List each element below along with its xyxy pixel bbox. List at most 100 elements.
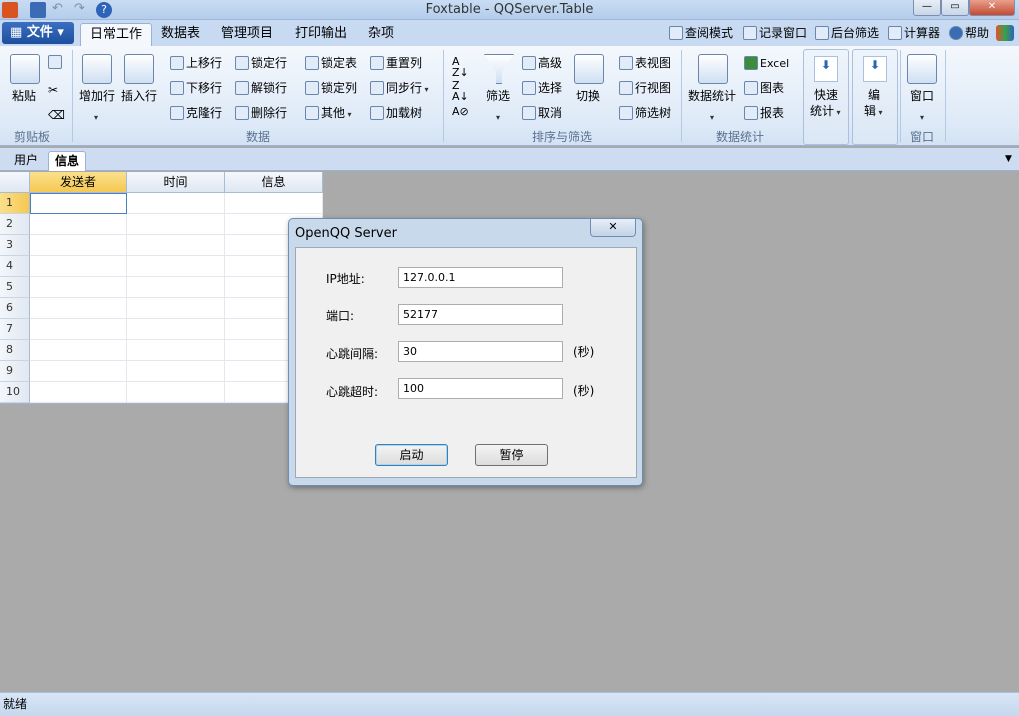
calculator-tool[interactable]: 计算器 (888, 25, 940, 41)
grid-cell[interactable] (127, 256, 225, 277)
grid-cell[interactable] (127, 193, 225, 214)
heartbeat-timeout-input[interactable]: 100 (398, 378, 563, 399)
sort-clear-icon[interactable]: A⊘ (452, 104, 469, 120)
data-stats-dropdown-icon[interactable]: ▾ (710, 110, 714, 126)
lock-column-button[interactable]: 锁定列 (305, 80, 357, 96)
column-header-time[interactable]: 时间 (127, 172, 225, 193)
grid-cell[interactable] (30, 298, 127, 319)
switch-button[interactable]: 切换 (576, 88, 600, 104)
move-down-button[interactable]: 下移行 (170, 80, 222, 96)
delete-row-button[interactable]: 删除行 (235, 105, 287, 121)
grid-cell[interactable] (127, 361, 225, 382)
row-header[interactable]: 3 (0, 235, 30, 256)
data-stats-button[interactable]: 数据统计 (688, 88, 736, 104)
filter-button[interactable]: 筛选 (486, 88, 510, 104)
maximize-button[interactable]: ▭ (941, 0, 969, 16)
grid-cell[interactable] (30, 214, 127, 235)
row-header[interactable]: 10 (0, 382, 30, 403)
window-button[interactable]: 窗口 (910, 88, 934, 104)
users-icon[interactable] (996, 25, 1014, 41)
sheet-tab-messages[interactable]: 信息 (48, 151, 87, 171)
sort-desc-icon[interactable]: Z A↓ (452, 80, 469, 102)
grid-cell[interactable] (225, 193, 323, 214)
close-window-button[interactable]: ✕ (969, 0, 1015, 16)
move-up-button[interactable]: 上移行 (170, 55, 222, 71)
filter-dropdown-icon[interactable]: ▾ (496, 110, 500, 126)
lock-row-button[interactable]: 锁定行 (235, 55, 287, 71)
row-header[interactable]: 7 (0, 319, 30, 340)
grid-cell[interactable] (30, 382, 127, 403)
paste-icon (10, 54, 40, 84)
table-view-button[interactable]: 表视图 (619, 55, 671, 71)
add-row-button[interactable]: 增加行 (79, 88, 115, 104)
cancel-filter-button[interactable]: 取消 (522, 105, 562, 121)
filter-tree-button[interactable]: 筛选树 (619, 105, 671, 121)
record-window-tool[interactable]: 记录窗口 (743, 25, 807, 41)
minimize-button[interactable]: — (913, 0, 941, 16)
start-button[interactable]: 启动 (375, 444, 448, 466)
grid-cell[interactable] (30, 340, 127, 361)
tab-print-output[interactable]: 打印输出 (286, 23, 356, 46)
heartbeat-interval-input[interactable]: 30 (398, 341, 563, 362)
load-tree-button[interactable]: 加载树 (370, 105, 422, 121)
row-header[interactable]: 5 (0, 277, 30, 298)
cut-button[interactable]: ✂ (48, 79, 64, 97)
grid-cell[interactable] (127, 277, 225, 298)
port-input[interactable]: 52177 (398, 304, 563, 325)
row-header[interactable]: 2 (0, 214, 30, 235)
report-button[interactable]: 报表 (744, 105, 784, 121)
tab-misc[interactable]: 杂项 (359, 23, 403, 46)
copy-button[interactable] (48, 54, 64, 70)
row-view-button[interactable]: 行视图 (619, 80, 671, 96)
insert-row-button[interactable]: 插入行 (121, 88, 157, 104)
grid-cell[interactable] (127, 235, 225, 256)
grid-cell[interactable] (30, 235, 127, 256)
row-header[interactable]: 8 (0, 340, 30, 361)
grid-cell[interactable] (127, 214, 225, 235)
chart-button[interactable]: 图表 (744, 80, 784, 96)
tab-manage-project[interactable]: 管理项目 (212, 23, 282, 46)
dialog-close-button[interactable]: ✕ (590, 219, 636, 237)
window-dropdown-icon[interactable]: ▾ (920, 110, 924, 126)
tab-daily-work[interactable]: 日常工作 (80, 23, 153, 46)
grid-cell[interactable] (30, 319, 127, 340)
group-separator (900, 50, 901, 142)
add-row-dropdown-icon[interactable]: ▾ (94, 110, 98, 126)
grid-corner[interactable] (0, 172, 30, 193)
grid-cell[interactable] (30, 193, 127, 214)
file-menu-button[interactable]: ▦ 文件 ▾ (2, 22, 74, 44)
advanced-filter-button[interactable]: 高级 (522, 55, 562, 71)
background-filter-tool[interactable]: 后台筛选 (815, 25, 879, 41)
reset-column-button[interactable]: 重置列 (370, 55, 422, 71)
grid-cell[interactable] (127, 382, 225, 403)
column-header-sender[interactable]: 发送者 (30, 172, 127, 193)
pause-button[interactable]: 暂停 (475, 444, 548, 466)
column-header-message[interactable]: 信息 (225, 172, 323, 193)
sheet-tab-users[interactable]: 用户 (8, 151, 44, 171)
grid-cell[interactable] (127, 298, 225, 319)
row-header[interactable]: 6 (0, 298, 30, 319)
select-filter-button[interactable]: 选择 (522, 80, 562, 96)
excel-button[interactable]: Excel (744, 55, 789, 72)
ip-input[interactable]: 127.0.0.1 (398, 267, 563, 288)
row-header[interactable]: 9 (0, 361, 30, 382)
grid-cell[interactable] (30, 277, 127, 298)
help-tool[interactable]: 帮助 (949, 25, 989, 41)
erase-button[interactable]: ⌫ (48, 104, 65, 122)
browse-mode-tool[interactable]: 查阅模式 (669, 25, 733, 41)
grid-cell[interactable] (127, 340, 225, 361)
lock-table-button[interactable]: 锁定表 (305, 55, 357, 71)
grid-cell[interactable] (30, 361, 127, 382)
other-button[interactable]: 其他 ▾ (305, 105, 352, 123)
sort-asc-icon[interactable]: A Z↓ (452, 56, 469, 78)
row-header[interactable]: 4 (0, 256, 30, 277)
unlock-row-button[interactable]: 解锁行 (235, 80, 287, 96)
sheet-tabs-dropdown-icon[interactable]: ▼ (1005, 154, 1012, 164)
grid-cell[interactable] (30, 256, 127, 277)
row-header[interactable]: 1 (0, 193, 30, 214)
paste-button[interactable]: 粘贴 (12, 88, 36, 104)
grid-cell[interactable] (127, 319, 225, 340)
sync-row-button[interactable]: 同步行 ▾ (370, 80, 429, 98)
clone-row-button[interactable]: 克隆行 (170, 105, 222, 121)
tab-data-table[interactable]: 数据表 (152, 23, 209, 46)
